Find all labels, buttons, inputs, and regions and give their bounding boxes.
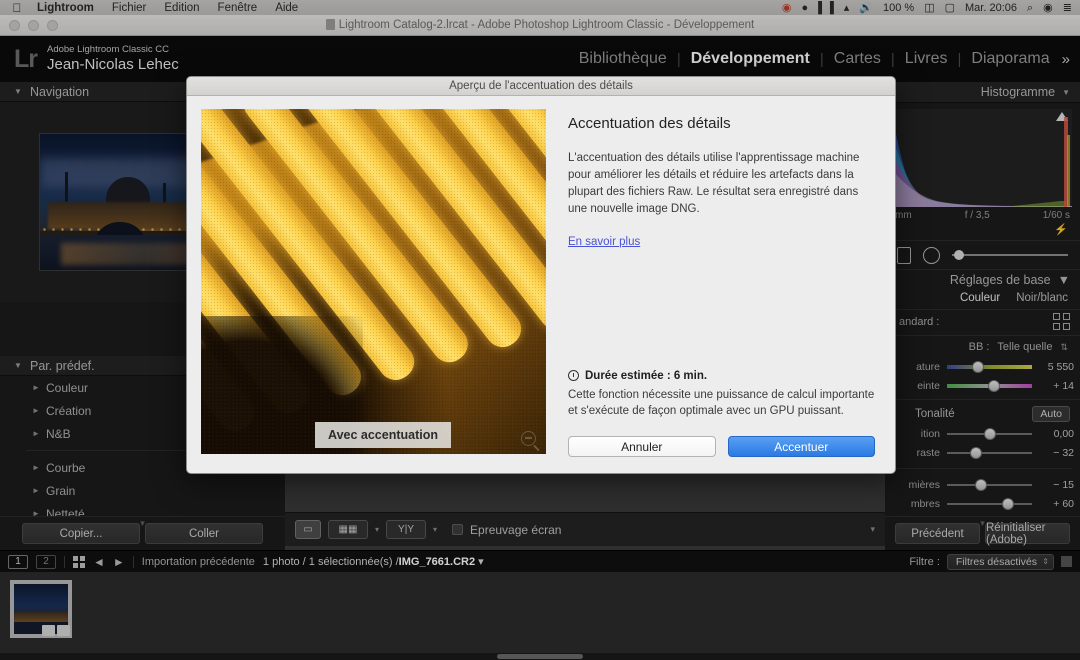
enhance-button[interactable]: Accentuer	[728, 436, 876, 457]
enhance-preview-image[interactable]: Avec accentuation	[201, 109, 546, 454]
clock-icon	[568, 370, 579, 381]
zoom-out-icon[interactable]	[521, 431, 536, 446]
dialog-body-text: L'accentuation des détails utilise l'app…	[568, 150, 875, 218]
dialog-title: Aperçu de l'accentuation des détails	[449, 80, 633, 92]
dialog-title-bar: Aperçu de l'accentuation des détails	[187, 77, 895, 96]
dialog-buttons: Annuler Accentuer	[568, 436, 875, 473]
enhance-details-dialog: Aperçu de l'accentuation des détails	[186, 76, 896, 474]
preview-label: Avec accentuation	[315, 422, 451, 448]
gpu-note: Cette fonction nécessite une puissance d…	[568, 387, 875, 420]
cancel-button[interactable]: Annuler	[568, 436, 716, 457]
duration-row: Durée estimée : 6 min.	[568, 370, 875, 382]
dialog-heading: Accentuation des détails	[568, 115, 875, 132]
learn-more-link[interactable]: En savoir plus	[568, 236, 875, 248]
duration-text: Durée estimée : 6 min.	[585, 370, 707, 382]
